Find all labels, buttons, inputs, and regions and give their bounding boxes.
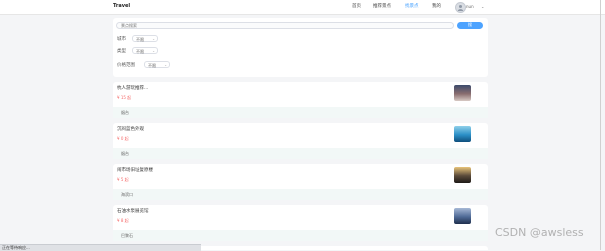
chevron-down-icon[interactable]: ⌄ xyxy=(481,4,484,9)
spot-location-label: 巴黎石 xyxy=(121,233,133,238)
type-select-value: 不限 xyxy=(136,48,144,54)
spot-card[interactable]: 沉闷蓝色外观 ¥ 0 起 烟台 xyxy=(113,123,488,159)
nav-item-recommended[interactable]: 推荐景点 xyxy=(373,3,391,9)
spot-location-tag: 烟台 xyxy=(113,148,488,159)
chevron-down-icon: ⌄ xyxy=(152,48,155,53)
spot-title[interactable]: 闹市场旧址复原楼 xyxy=(117,167,153,173)
spot-title[interactable]: 沉闷蓝色外观 xyxy=(117,126,144,132)
nav-item-home[interactable]: 首页 xyxy=(352,3,361,9)
spot-card[interactable]: 闹市场旧址复原楼 ¥ 5 起 海滨口 xyxy=(113,164,488,200)
search-button[interactable]: 搜 xyxy=(457,22,483,29)
spot-title[interactable]: 杭人游玩推荐... xyxy=(117,85,148,91)
watermark: CSDN @awsless xyxy=(495,226,584,239)
spot-price: ¥ 15 起 xyxy=(117,95,132,100)
filter-label-type: 类型 xyxy=(117,49,126,54)
city-select[interactable]: 不限 ⌄ xyxy=(132,35,158,42)
spot-location-tag: 巴黎石 xyxy=(113,230,488,241)
spot-price: ¥ 5 起 xyxy=(117,177,129,182)
spot-title[interactable]: 石油水泵展览馆 xyxy=(117,208,149,214)
price-range-select[interactable]: 不限 ⌄ xyxy=(144,61,170,68)
nav-item-find-spots[interactable]: 找景点 xyxy=(405,3,419,9)
spot-location-label: 海滨口 xyxy=(121,192,133,197)
spot-price: ¥ 0 起 xyxy=(117,136,129,141)
filter-label-price-range: 价格范围 xyxy=(117,63,135,68)
spot-thumbnail[interactable] xyxy=(454,126,471,142)
chevron-down-icon: ⌄ xyxy=(152,36,155,41)
user-avatar-icon[interactable] xyxy=(455,2,466,13)
brand-logo[interactable]: Travel xyxy=(113,3,130,9)
spot-location-tag: 烟台 xyxy=(113,107,488,118)
price-range-select-value: 不限 xyxy=(148,62,156,68)
status-text: 正在等待响应... xyxy=(2,245,30,250)
spot-thumbnail[interactable] xyxy=(454,208,471,224)
nav-item-mine[interactable]: 我的 xyxy=(432,3,441,9)
top-nav-bar: Travel 首页 推荐景点 找景点 我的 nun ⌄ xyxy=(0,0,605,15)
city-select-value: 不限 xyxy=(136,36,144,42)
spot-location-tag: 海滨口 xyxy=(113,189,488,200)
spot-card[interactable]: 杭人游玩推荐... ¥ 15 起 烟台 xyxy=(113,82,488,118)
spot-location-label: 烟台 xyxy=(121,151,129,156)
type-select[interactable]: 不限 ⌄ xyxy=(132,47,158,54)
filter-label-city: 城市 xyxy=(117,37,126,42)
spot-price: ¥ 8 起 xyxy=(117,218,129,223)
scrollbar-track[interactable] xyxy=(600,0,601,250)
filter-panel: 搜 城市 不限 ⌄ 类型 不限 ⌄ 价格范围 不限 ⌄ xyxy=(113,18,488,77)
search-input[interactable] xyxy=(116,22,454,29)
search-button-label: 搜 xyxy=(468,22,472,27)
spot-thumbnail[interactable] xyxy=(454,167,471,183)
spot-thumbnail[interactable] xyxy=(454,85,471,101)
spot-card[interactable]: 石油水泵展览馆 ¥ 8 起 巴黎石 xyxy=(113,205,488,241)
user-name[interactable]: nun xyxy=(466,4,474,9)
spot-location-label: 烟台 xyxy=(121,110,129,115)
chevron-down-icon: ⌄ xyxy=(164,62,167,67)
